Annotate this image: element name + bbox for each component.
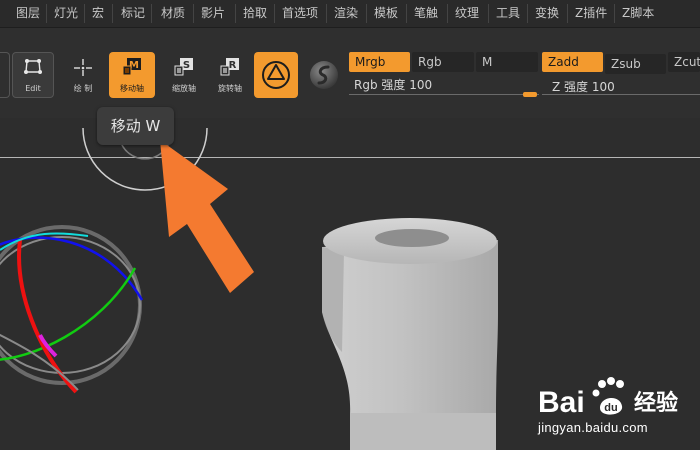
zcut-toggle[interactable]: Zcut (668, 52, 700, 72)
menu-item-zscript[interactable]: Z脚本 (618, 3, 658, 24)
watermark-url: jingyan.baidu.com (538, 420, 648, 435)
pointer-arrow-icon (160, 140, 254, 293)
draw-button[interactable]: 绘 制 (62, 52, 104, 98)
rgb-intensity-slider[interactable] (349, 86, 539, 98)
menu-separator (151, 4, 152, 23)
menu-separator (567, 4, 568, 23)
menu-item-texture[interactable]: 纹理 (451, 3, 483, 24)
menu-item-stroke[interactable]: 笔触 (410, 3, 442, 24)
edit-button[interactable]: Edit (12, 52, 54, 98)
mrgb-toggle[interactable]: Mrgb (349, 52, 410, 72)
menu-item-stencil[interactable]: 模板 (370, 3, 402, 24)
rotate-button[interactable]: R 旋转轴 (208, 52, 252, 98)
scale-button[interactable]: S 缩放轴 (162, 52, 206, 98)
menu-separator (488, 4, 489, 23)
toolbar: Edit 绘 制 M 移动轴 S 缩放轴 R 旋转轴 Mrgb Rgb M Za… (0, 28, 700, 118)
menu-separator (406, 4, 407, 23)
edit-label: Edit (25, 84, 41, 93)
move-tooltip: 移动 W (97, 107, 174, 145)
svg-text:Bai: Bai (538, 386, 585, 419)
material-button[interactable] (304, 54, 344, 96)
menu-separator (46, 4, 47, 23)
menu-separator (235, 4, 236, 23)
rotate-label: 旋转轴 (218, 84, 242, 93)
menu-item-transform[interactable]: 变换 (531, 3, 563, 24)
toolbar-left-panel-edge (0, 52, 10, 98)
scale-icon: S (174, 58, 193, 76)
menu-separator (112, 4, 113, 23)
menu-item-preferences[interactable]: 首选项 (278, 3, 322, 24)
menu-bar: 图层 灯光 宏 标记 材质 影片 拾取 首选项 渲染 模板 笔触 纹理 工具 变… (0, 0, 700, 28)
edit-icon (24, 59, 42, 74)
z-intensity-track (542, 94, 700, 95)
menu-item-layer[interactable]: 图层 (12, 3, 44, 24)
move-label: 移动轴 (120, 84, 144, 93)
z-intensity-slider[interactable] (542, 86, 700, 98)
vase-3d-model (322, 218, 498, 450)
rotation-gizmo-icon (0, 225, 144, 394)
menu-item-movie[interactable]: 影片 (197, 3, 229, 24)
canvas-top-border (0, 157, 700, 158)
svg-text:du: du (604, 402, 617, 414)
menu-item-picker[interactable]: 拾取 (239, 3, 271, 24)
move-icon: M (122, 58, 141, 76)
menu-separator (274, 4, 275, 23)
rgb-intensity-knob[interactable] (523, 92, 537, 97)
zsub-toggle[interactable]: Zsub (605, 54, 666, 74)
menu-separator (366, 4, 367, 23)
move-button[interactable]: M 移动轴 (109, 52, 155, 98)
material-sphere-icon (310, 61, 338, 89)
menu-separator (326, 4, 327, 23)
draw-crosshair-icon (74, 59, 92, 76)
menu-separator (447, 4, 448, 23)
svg-text:R: R (229, 60, 237, 71)
baidu-watermark: Bai du 经验 jingyan.baidu.com (536, 374, 696, 444)
menu-item-zplugin[interactable]: Z插件 (571, 3, 611, 24)
baidu-paw-logo-icon: Bai du 经验 (538, 377, 678, 419)
menu-item-material[interactable]: 材质 (157, 3, 189, 24)
rgb-intensity-track (349, 94, 539, 95)
menu-item-tool[interactable]: 工具 (492, 3, 524, 24)
menu-item-light[interactable]: 灯光 (50, 3, 82, 24)
menu-separator (84, 4, 85, 23)
scale-label: 缩放轴 (172, 84, 196, 93)
menu-separator (193, 4, 194, 23)
svg-text:S: S (183, 60, 190, 71)
menu-separator (614, 4, 615, 23)
rotate-icon: R (220, 58, 239, 76)
transpose-gyro-icon (262, 61, 290, 89)
transpose-gyro-button[interactable] (254, 52, 298, 98)
menu-item-marker[interactable]: 标记 (117, 3, 149, 24)
menu-separator (527, 4, 528, 23)
rgb-toggle[interactable]: Rgb (412, 52, 474, 72)
zadd-toggle[interactable]: Zadd (542, 52, 603, 72)
menu-item-render[interactable]: 渲染 (330, 3, 362, 24)
m-toggle[interactable]: M (476, 52, 538, 72)
draw-label: 绘 制 (73, 84, 93, 93)
menu-item-macro[interactable]: 宏 (88, 3, 108, 24)
svg-text:经验: 经验 (634, 390, 678, 416)
